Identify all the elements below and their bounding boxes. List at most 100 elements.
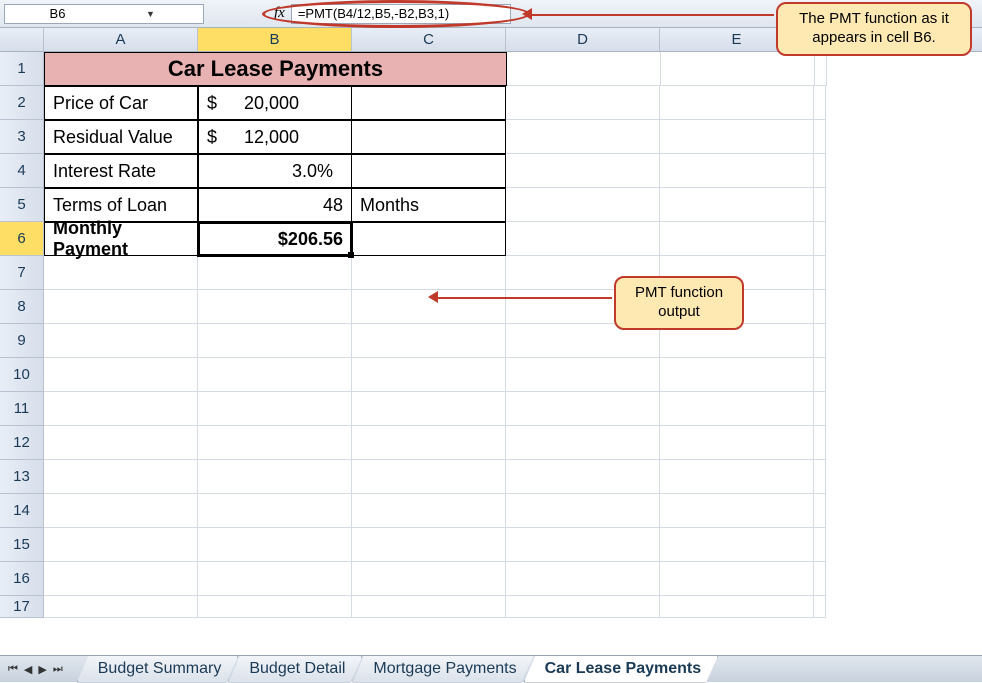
cell-D5[interactable] xyxy=(506,188,660,222)
cell-D14[interactable] xyxy=(506,494,660,528)
cell-D12[interactable] xyxy=(506,426,660,460)
cell-B12[interactable] xyxy=(198,426,352,460)
cell-A6[interactable]: Monthly Payment xyxy=(44,222,198,256)
row-header-6[interactable]: 6 xyxy=(0,222,44,256)
row-header-15[interactable]: 15 xyxy=(0,528,44,562)
cell-D1[interactable] xyxy=(507,52,661,86)
cell-D17[interactable] xyxy=(506,596,660,618)
cell-A14[interactable] xyxy=(44,494,198,528)
cell-E2[interactable] xyxy=(660,86,814,120)
cell-B17[interactable] xyxy=(198,596,352,618)
cell-E16[interactable] xyxy=(660,562,814,596)
cell-B13[interactable] xyxy=(198,460,352,494)
cell-A5[interactable]: Terms of Loan xyxy=(44,188,198,222)
cell-F13[interactable] xyxy=(814,460,826,494)
cell-D10[interactable] xyxy=(506,358,660,392)
cell-C5[interactable]: Months xyxy=(352,188,506,222)
cell-E13[interactable] xyxy=(660,460,814,494)
cell-B9[interactable] xyxy=(198,324,352,358)
tab-car-lease-payments[interactable]: Car Lease Payments xyxy=(524,656,719,683)
col-header-D[interactable]: D xyxy=(506,28,660,51)
cell-E4[interactable] xyxy=(660,154,814,188)
cell-F11[interactable] xyxy=(814,392,826,426)
cell-F12[interactable] xyxy=(814,426,826,460)
cell-C13[interactable] xyxy=(352,460,506,494)
cell-A3[interactable]: Residual Value xyxy=(44,120,198,154)
cell-A12[interactable] xyxy=(44,426,198,460)
cell-A15[interactable] xyxy=(44,528,198,562)
cell-F10[interactable] xyxy=(814,358,826,392)
cell-F17[interactable] xyxy=(814,596,826,618)
row-header-4[interactable]: 4 xyxy=(0,154,44,188)
cell-B11[interactable] xyxy=(198,392,352,426)
cell-B2[interactable]: $ 20,000 xyxy=(198,86,352,120)
cells-grid[interactable]: Car Lease Payments Price of Car $ 20,000… xyxy=(44,52,982,618)
name-box-dropdown-icon[interactable]: ▼ xyxy=(104,9,197,19)
cell-D6[interactable] xyxy=(506,222,660,256)
cell-F1[interactable] xyxy=(815,52,827,86)
cell-B14[interactable] xyxy=(198,494,352,528)
cell-D2[interactable] xyxy=(506,86,660,120)
row-header-5[interactable]: 5 xyxy=(0,188,44,222)
cell-C14[interactable] xyxy=(352,494,506,528)
cell-B15[interactable] xyxy=(198,528,352,562)
name-box[interactable]: B6 ▼ xyxy=(4,4,204,24)
col-header-B[interactable]: B xyxy=(198,28,352,51)
tab-budget-detail[interactable]: Budget Detail xyxy=(228,656,362,683)
cell-A9[interactable] xyxy=(44,324,198,358)
row-header-2[interactable]: 2 xyxy=(0,86,44,120)
cell-D3[interactable] xyxy=(506,120,660,154)
cell-C2[interactable] xyxy=(352,86,506,120)
cell-A17[interactable] xyxy=(44,596,198,618)
cell-A7[interactable] xyxy=(44,256,198,290)
tab-mortgage-payments[interactable]: Mortgage Payments xyxy=(352,656,533,683)
cell-E5[interactable] xyxy=(660,188,814,222)
cell-A11[interactable] xyxy=(44,392,198,426)
cell-A8[interactable] xyxy=(44,290,198,324)
cell-E12[interactable] xyxy=(660,426,814,460)
row-header-10[interactable]: 10 xyxy=(0,358,44,392)
cell-B16[interactable] xyxy=(198,562,352,596)
cell-C16[interactable] xyxy=(352,562,506,596)
cell-A16[interactable] xyxy=(44,562,198,596)
cell-D16[interactable] xyxy=(506,562,660,596)
row-header-12[interactable]: 12 xyxy=(0,426,44,460)
title-cell[interactable]: Car Lease Payments xyxy=(44,52,507,86)
row-header-17[interactable]: 17 xyxy=(0,596,44,618)
cell-B10[interactable] xyxy=(198,358,352,392)
row-header-16[interactable]: 16 xyxy=(0,562,44,596)
tab-nav-prev-icon[interactable]: ◀ xyxy=(22,663,34,676)
cell-D11[interactable] xyxy=(506,392,660,426)
cell-E17[interactable] xyxy=(660,596,814,618)
cell-C4[interactable] xyxy=(352,154,506,188)
cell-D4[interactable] xyxy=(506,154,660,188)
row-header-3[interactable]: 3 xyxy=(0,120,44,154)
row-header-7[interactable]: 7 xyxy=(0,256,44,290)
cell-C15[interactable] xyxy=(352,528,506,562)
cell-C9[interactable] xyxy=(352,324,506,358)
cell-C12[interactable] xyxy=(352,426,506,460)
cell-B7[interactable] xyxy=(198,256,352,290)
cell-E11[interactable] xyxy=(660,392,814,426)
fill-handle[interactable] xyxy=(348,252,354,258)
row-header-9[interactable]: 9 xyxy=(0,324,44,358)
cell-C7[interactable] xyxy=(352,256,506,290)
cell-B3[interactable]: $ 12,000 xyxy=(198,120,352,154)
cell-B5[interactable]: 48 xyxy=(198,188,352,222)
cell-C10[interactable] xyxy=(352,358,506,392)
cell-F6[interactable] xyxy=(814,222,826,256)
cell-E10[interactable] xyxy=(660,358,814,392)
col-header-C[interactable]: C xyxy=(352,28,506,51)
tab-nav-last-icon[interactable]: ⏭ xyxy=(51,663,65,676)
cell-A10[interactable] xyxy=(44,358,198,392)
cell-E6[interactable] xyxy=(660,222,814,256)
cell-F8[interactable] xyxy=(814,290,826,324)
cell-F4[interactable] xyxy=(814,154,826,188)
cell-D15[interactable] xyxy=(506,528,660,562)
cell-E3[interactable] xyxy=(660,120,814,154)
tab-nav-first-icon[interactable]: ⏮ xyxy=(6,663,20,676)
cell-F5[interactable] xyxy=(814,188,826,222)
cell-A13[interactable] xyxy=(44,460,198,494)
cell-F2[interactable] xyxy=(814,86,826,120)
cell-A2[interactable]: Price of Car xyxy=(44,86,198,120)
